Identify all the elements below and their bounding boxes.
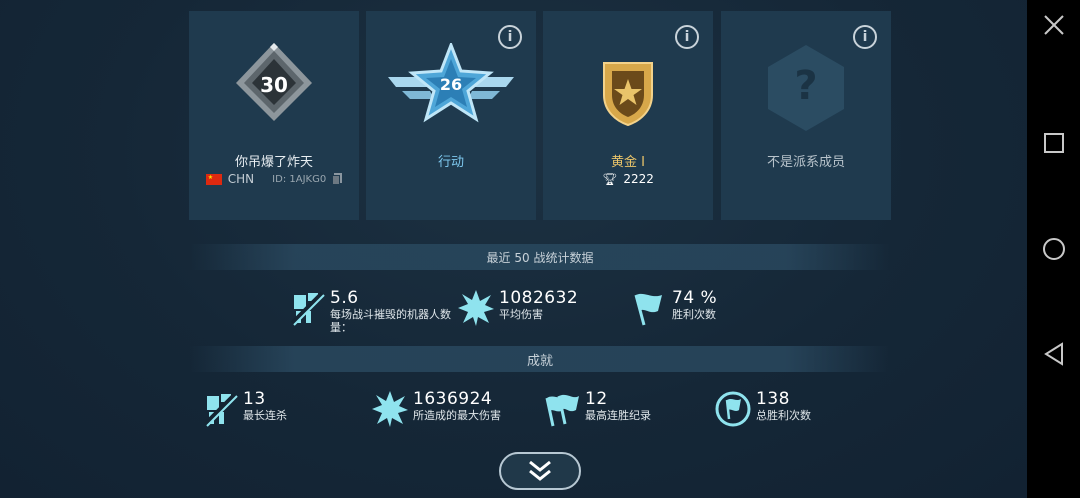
china-flag-icon: ★ [205,173,222,185]
stat-label: 所造成的最大伤害 [413,409,501,422]
squad-label: 不是派系成员 [766,155,845,170]
achievement-killstreak: 13 最长连杀 [201,390,287,428]
stat-label: 胜利次数 [672,308,716,321]
stat-win-rate: 74 % 胜利次数 [630,289,717,327]
recent-stats-header: 最近 50 战统计数据 [190,244,890,270]
stat-value: 74 % [672,288,718,308]
robot-kill-icon [203,392,238,427]
home-button[interactable] [1027,236,1080,262]
stat-value: 1082632 [499,288,579,308]
achievement-win-streak: 12 最高连胜纪录 [543,390,651,428]
explosion-icon [458,290,494,326]
rank-label: 行动 [437,155,464,170]
player-card[interactable]: 30 你吊爆了炸天 ★ CHN ID: 1AJKG0 [189,11,359,220]
stat-value: 138 [756,389,790,409]
level-number: 30 [260,73,288,97]
stat-value: 12 [585,389,608,409]
square-icon [1043,133,1064,153]
trophy-count: 2222 [623,172,654,186]
stat-label: 最长连杀 [243,409,287,422]
circle-icon [1042,238,1065,260]
question-mark: ? [794,63,818,109]
player-id: ID: 1AJKG0 [272,173,327,185]
league-card[interactable]: i 黄金 I 🏆︎ 2222 [543,11,713,220]
gold-league-emblem [543,59,713,127]
stat-value: 5.6 [330,288,359,308]
copy-icon[interactable] [332,173,343,185]
trophy-icon: 🏆︎ [602,172,618,186]
explosion-icon [372,391,408,427]
stat-label: 每场战斗摧毁的机器人数量： [330,308,451,334]
info-icon[interactable]: i [675,25,699,49]
player-country: CHN [227,172,255,186]
double-chevron-down-icon [529,460,551,481]
rank-card[interactable]: i 26 行动 [366,11,536,220]
stat-value: 1636924 [413,389,493,409]
double-flag-icon [545,394,579,427]
recents-button[interactable] [1027,130,1080,156]
close-icon [1043,15,1064,35]
system-navigation-bar [1027,0,1080,498]
achievements-header: 成就 [190,346,890,372]
close-button[interactable] [1027,10,1080,40]
stat-robots-destroyed: 5.6 每场战斗摧毁的机器人数量： [288,289,458,334]
rank-number: 26 [439,75,463,94]
squad-card[interactable]: i ? 不是派系成员 [721,11,891,220]
back-triangle-icon [1043,342,1063,366]
expand-button[interactable] [499,452,581,490]
back-button[interactable] [1027,341,1080,367]
stat-value: 13 [243,389,266,409]
stat-label: 总胜利次数 [756,409,811,422]
stat-label: 最高连胜纪录 [585,409,651,422]
stat-average-damage: 1082632 平均伤害 [457,289,578,327]
robot-kill-icon [290,291,325,326]
league-label: 黄金 I [611,155,645,170]
player-name: 你吊爆了炸天 [234,155,313,170]
achievement-total-wins: 138 总胜利次数 [714,390,811,428]
flag-icon [634,293,662,326]
stat-label: 平均伤害 [499,308,543,321]
achievement-max-damage: 1636924 所造成的最大伤害 [371,390,501,428]
circle-flag-icon [715,391,751,427]
